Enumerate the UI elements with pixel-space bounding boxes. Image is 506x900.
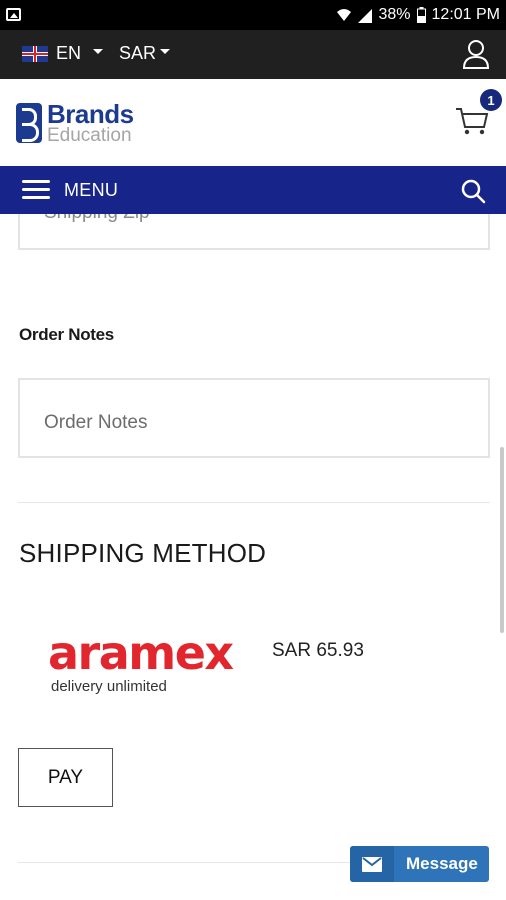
wifi-icon [337, 9, 352, 21]
currency-label: SAR [119, 43, 157, 63]
cart-icon[interactable] [455, 105, 489, 137]
message-label: Message [406, 854, 478, 873]
shipping-zip-placeholder: Shipping Zip [44, 214, 150, 224]
divider [18, 862, 350, 863]
shipping-method-title: SHIPPING METHOD [19, 538, 267, 568]
cart-count-badge: 1 [480, 89, 502, 111]
logo-mark-icon [16, 103, 42, 143]
status-indicators: 38% 12:01 PM [336, 0, 500, 30]
menu-button-label[interactable]: MENU [64, 180, 118, 201]
brand-logo[interactable]: Brands Education [16, 101, 134, 145]
shipping-zip-field[interactable]: Shipping Zip [18, 214, 490, 250]
logo-primary-text: Brands [47, 99, 134, 129]
battery-percent: 38% [378, 6, 411, 23]
gallery-icon [6, 8, 21, 21]
order-notes-field[interactable]: Order Notes [18, 378, 490, 458]
user-icon[interactable] [461, 38, 491, 70]
order-notes-placeholder: Order Notes [44, 412, 148, 433]
currency-selector[interactable]: SAR [119, 43, 171, 64]
chevron-down-icon [160, 49, 171, 54]
clock: 12:01 PM [431, 6, 500, 23]
carrier-name: aramex [48, 626, 234, 680]
scrollbar-thumb[interactable] [500, 447, 504, 633]
hamburger-menu-icon[interactable] [22, 180, 50, 200]
signal-icon [358, 9, 373, 23]
logo-secondary-text: Education [47, 125, 132, 146]
language-selector[interactable]: EN [22, 43, 104, 64]
pay-button[interactable]: PAY [18, 748, 113, 807]
aramex-logo: aramex delivery unlimited [48, 626, 234, 695]
order-notes-label: Order Notes [19, 325, 114, 344]
shipping-price: SAR 65.93 [272, 640, 364, 661]
carrier-tagline: delivery unlimited [51, 678, 167, 695]
status-bar: 38% 12:01 PM [0, 0, 506, 30]
search-icon[interactable] [460, 178, 486, 204]
chevron-down-icon [93, 49, 104, 54]
envelope-icon [350, 846, 394, 882]
message-button[interactable]: Message [350, 846, 489, 882]
top-bar: EN SAR [0, 30, 506, 79]
language-label: EN [56, 43, 82, 63]
menu-bar: MENU [0, 166, 506, 214]
site-header: Brands Education [0, 79, 506, 166]
divider [18, 502, 490, 503]
uk-flag-icon [22, 45, 48, 62]
battery-icon [416, 7, 426, 23]
